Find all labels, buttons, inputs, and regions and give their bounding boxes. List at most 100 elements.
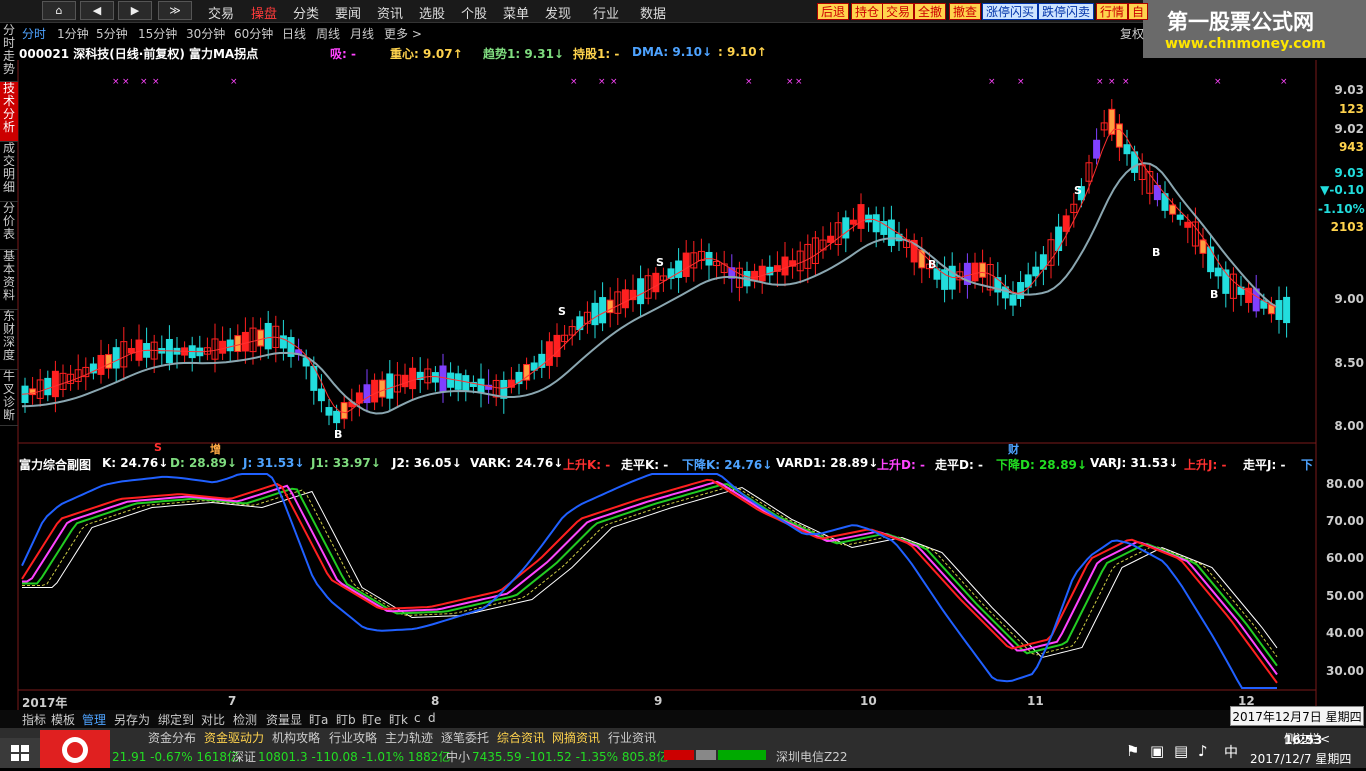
menu-item-9[interactable]: 行业 xyxy=(593,3,619,22)
bottom-tab-5[interactable]: 对比 xyxy=(201,711,225,728)
bottom-tab-9[interactable]: 盯b xyxy=(336,711,356,728)
news-tab-4[interactable]: 主力轨迹 xyxy=(385,729,433,746)
kdj-line-0 xyxy=(22,486,1278,659)
candle-body xyxy=(1108,108,1116,135)
news-tab-5[interactable]: 逐笔委托 xyxy=(441,729,489,746)
menu-item-5[interactable]: 选股 xyxy=(419,3,445,22)
candle-body xyxy=(234,335,242,352)
news-tab-1[interactable]: 资金驱动力 xyxy=(204,729,264,746)
menu-item-7[interactable]: 菜单 xyxy=(503,3,529,22)
x-mark: × xyxy=(112,77,120,87)
toolbar-button-0[interactable]: 后退 xyxy=(817,3,850,20)
news-tab-3[interactable]: 行业攻略 xyxy=(329,729,377,746)
candle-body xyxy=(447,372,455,388)
zx-index: 7435.59 -101.52 -1.35% 805.8亿 xyxy=(472,750,669,764)
period-tab-3[interactable]: 15分钟 xyxy=(138,25,177,42)
windows-start-icon[interactable] xyxy=(0,738,40,768)
bottom-tab-3[interactable]: 另存为 xyxy=(114,711,150,728)
left-tab-6[interactable]: 牛叉诊断 xyxy=(0,370,18,426)
candle-body xyxy=(325,407,333,416)
candle-body xyxy=(454,373,462,390)
period-tab-6[interactable]: 日线 xyxy=(282,25,306,42)
price-axis-label: 9.02 xyxy=(1334,122,1364,136)
left-tab-1[interactable]: 技术分析 xyxy=(0,82,18,142)
time-axis-label: 9 xyxy=(654,694,663,708)
indicator-value-15: 走平J: - xyxy=(1243,458,1286,472)
period-tab-2[interactable]: 5分钟 xyxy=(96,25,128,42)
menu-item-6[interactable]: 个股 xyxy=(461,3,487,22)
bottom-tab-12[interactable]: c xyxy=(414,711,421,725)
candle-body xyxy=(333,410,341,424)
period-tab-1[interactable]: 1分钟 xyxy=(57,25,89,42)
news-tab-0[interactable]: 资金分布 xyxy=(148,729,196,746)
bottom-tab-4[interactable]: 绑定到 xyxy=(158,711,194,728)
candle-body xyxy=(97,354,105,375)
bottom-tab-11[interactable]: 盯k xyxy=(389,711,408,728)
marker-s: S xyxy=(1074,184,1082,197)
news-tab-6[interactable]: 综合资讯 xyxy=(497,729,545,746)
bottom-tab-13[interactable]: d xyxy=(428,711,436,725)
period-tab-5[interactable]: 60分钟 xyxy=(234,25,273,42)
toolbar-button-7[interactable]: 行情 xyxy=(1096,3,1129,20)
news-tab-7[interactable]: 网摘资讯 xyxy=(552,729,600,746)
flag-icon[interactable]: ⚑ xyxy=(1126,742,1139,760)
period-tab-9[interactable]: 更多 > xyxy=(384,25,422,42)
menu-item-3[interactable]: 要闻 xyxy=(335,3,361,22)
sz-label: 深证 xyxy=(232,750,257,764)
bottom-tab-1[interactable]: 模板 xyxy=(51,711,75,728)
bottom-tab-6[interactable]: 检测 xyxy=(233,711,257,728)
period-tab-4[interactable]: 30分钟 xyxy=(186,25,225,42)
menu-item-10[interactable]: 数据 xyxy=(640,3,666,22)
toolbar-button-2[interactable]: 交易 xyxy=(882,3,915,20)
toolbar-button-3[interactable]: 全撤 xyxy=(914,3,947,20)
left-tab-4[interactable]: 基本资料 xyxy=(0,250,18,310)
candle-body xyxy=(51,370,59,398)
candle-body xyxy=(105,354,113,369)
toolbar-button-6[interactable]: 跌停闪卖 xyxy=(1038,3,1095,20)
candle-body xyxy=(401,374,409,388)
candle-body xyxy=(842,217,850,239)
volume-icon[interactable]: ♪ xyxy=(1198,742,1208,760)
price-axis-label: -1.10% xyxy=(1318,202,1365,216)
sh-index: 21.91 -0.67% 1618亿 xyxy=(112,750,239,764)
toolbar-button-5[interactable]: 涨停闪买 xyxy=(982,3,1039,20)
left-tab-0[interactable]: 分时走势 xyxy=(0,24,18,82)
app-taskbar-icon[interactable] xyxy=(40,730,110,768)
menu-item-8[interactable]: 发现 xyxy=(545,3,571,22)
indicator-axis-label: 50.00 xyxy=(1326,589,1364,603)
date-tooltip: 2017年12月7日 星期四 xyxy=(1230,706,1364,726)
candle-body xyxy=(241,331,249,352)
bottom-tab-7[interactable]: 资量显 xyxy=(266,711,302,728)
toolbar-button-4[interactable]: 撤查 xyxy=(949,3,982,20)
news-tab-8[interactable]: 行业资讯 xyxy=(608,729,656,746)
left-tab-2[interactable]: 成交明细 xyxy=(0,142,18,202)
bottom-tab-0[interactable]: 指标 xyxy=(22,711,46,728)
display-icon[interactable]: ▣ xyxy=(1150,742,1164,760)
period-tab-7[interactable]: 周线 xyxy=(316,25,340,42)
toolbar-button-1[interactable]: 持仓 xyxy=(851,3,884,20)
bottom-tab-2[interactable]: 管理 xyxy=(82,711,106,728)
x-mark: × xyxy=(786,77,794,87)
period-tab-0[interactable]: 分时 xyxy=(22,25,46,42)
candle-body xyxy=(591,302,599,326)
left-tab-3[interactable]: 分价表 xyxy=(0,202,18,250)
menu-item-2[interactable]: 分类 xyxy=(293,3,319,22)
left-tab-5[interactable]: 东财深度 xyxy=(0,310,18,370)
menu-item-4[interactable]: 资讯 xyxy=(377,3,403,22)
candle-body xyxy=(127,347,135,354)
news-tab-2[interactable]: 机构攻略 xyxy=(272,729,320,746)
bottom-tab-10[interactable]: 盯e xyxy=(362,711,381,728)
time-axis-label: 12 xyxy=(1238,694,1255,708)
kline-chart[interactable]: × × × × × × × × × × × × × × × × × × xyxy=(0,0,1366,768)
toolbar-button-8[interactable]: 自 xyxy=(1128,3,1149,20)
price-axis-label: 8.50 xyxy=(1334,356,1364,370)
ime-icon[interactable]: 中 xyxy=(1224,742,1238,762)
network-icon[interactable]: ▤ xyxy=(1174,742,1188,760)
candle-body xyxy=(971,262,979,282)
menu-item-1[interactable]: 操盘 xyxy=(251,3,277,22)
candle-body xyxy=(1009,294,1017,306)
period-tab-8[interactable]: 月线 xyxy=(350,25,374,42)
bottom-tab-8[interactable]: 盯a xyxy=(309,711,328,728)
candle-body xyxy=(264,322,272,350)
menu-item-0[interactable]: 交易 xyxy=(208,3,234,22)
